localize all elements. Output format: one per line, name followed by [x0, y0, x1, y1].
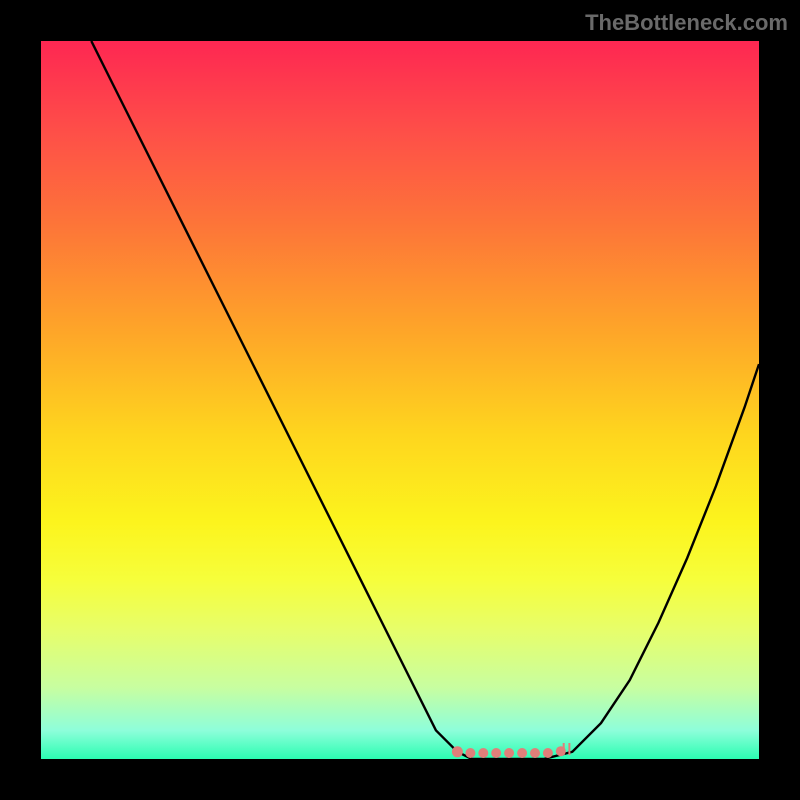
flat-dot — [465, 748, 475, 758]
svg-layer — [41, 41, 759, 759]
flat-dot — [491, 748, 501, 758]
flat-dot — [452, 746, 463, 757]
plot-area — [41, 41, 759, 759]
flat-dot — [478, 748, 488, 758]
curve-path — [91, 41, 759, 759]
flat-dots — [452, 743, 570, 758]
flat-dot — [517, 748, 527, 758]
flat-dot — [543, 748, 553, 758]
flat-dot — [530, 748, 540, 758]
chart-frame: TheBottleneck.com — [0, 0, 800, 800]
watermark-text: TheBottleneck.com — [585, 10, 788, 36]
flat-dot — [504, 748, 514, 758]
